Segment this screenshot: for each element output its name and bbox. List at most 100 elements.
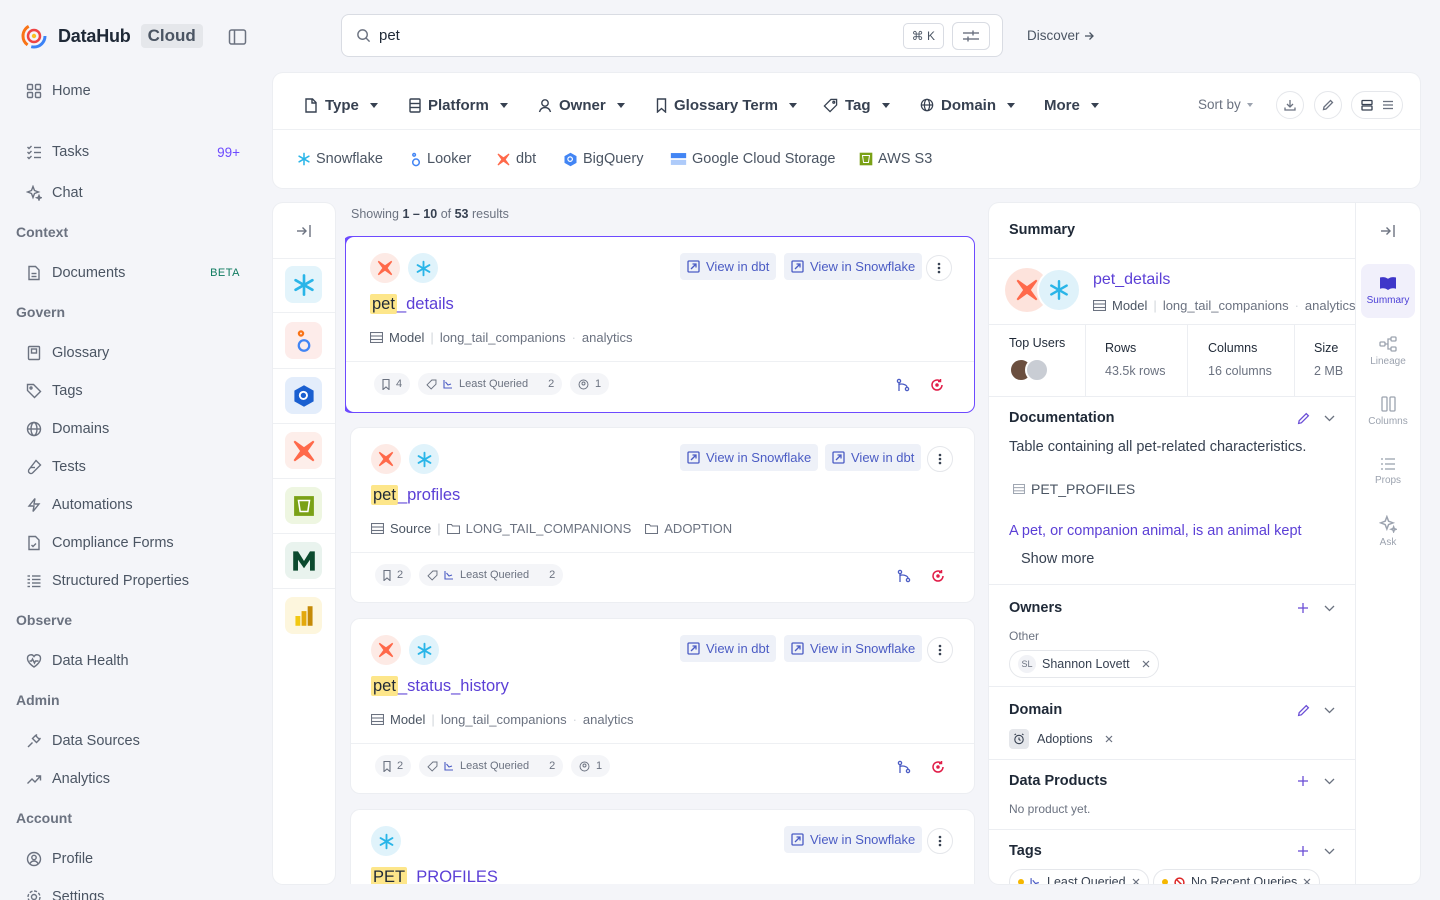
close-icon[interactable] [1105,735,1113,743]
quick-filter-aws-s3[interactable]: AWS S3 [859,148,932,170]
more-options-button[interactable] [927,446,953,472]
view-in-snowflake-button[interactable]: View in Snowflake [784,635,923,662]
sidebar-item-settings[interactable]: Settings [16,880,254,900]
search-result-card[interactable]: View in Snowflake PET _PROFILES [351,810,974,884]
tab-ask[interactable]: Ask [1361,504,1415,558]
chevron-down-icon[interactable] [1321,843,1337,859]
platform-powerbi-icon[interactable] [285,597,322,634]
search-result-card[interactable]: View in dbt View in Snowflake pet _detail… [345,236,975,413]
view-in-dbt-button[interactable]: View in dbt [680,635,777,662]
result-title-link[interactable]: pet _details [370,294,454,314]
sidebar-collapse-icon[interactable] [228,28,248,46]
advanced-filter-icon[interactable] [952,22,990,50]
sidebar-item-glossary[interactable]: Glossary [16,336,254,370]
more-options-button[interactable] [926,255,952,281]
sidebar-item-home[interactable]: Home [16,74,254,108]
quick-filter-dbt[interactable]: dbt [496,148,536,170]
quick-filter-bigquery[interactable]: BigQuery [563,148,643,170]
view-in-dbt-button[interactable]: View in dbt [825,444,922,471]
result-title-link[interactable]: pet _profiles [371,485,460,505]
container-path[interactable]: LONG_TAIL_COMPANIONS [466,521,632,536]
owner-pill[interactable]: SL Shannon Lovett [1009,650,1159,678]
tag-chip[interactable]: Least Queried 2 [418,373,563,395]
quick-filter-looker[interactable]: Looker [410,148,471,170]
filter-domain[interactable]: Domain [920,95,1016,115]
chevron-down-icon[interactable] [1321,773,1337,789]
sidebar-item-compliance-forms[interactable]: Compliance Forms [16,526,254,560]
chevron-down-icon[interactable] [1321,702,1337,718]
chevron-down-icon[interactable] [1321,600,1337,616]
edit-button[interactable] [1314,91,1342,119]
entity-name-link[interactable]: pet_details [1093,271,1170,289]
filter-tag[interactable]: Tag [823,95,890,115]
tab-summary[interactable]: Summary [1361,264,1415,318]
user-count[interactable]: 1 [571,755,611,777]
show-more-button[interactable]: Show more [1021,551,1094,567]
filter-platform[interactable]: Platform [409,95,508,115]
tag-chip[interactable]: Least Queried 2 [419,564,564,586]
container-path[interactable]: long_tail_companions [1163,298,1289,313]
container-path[interactable]: long_tail_companions [440,330,566,345]
sidebar-item-structured-properties[interactable]: Structured Properties [16,564,254,598]
pencil-icon[interactable] [1295,410,1311,426]
bookmark-count[interactable]: 2 [375,564,412,586]
sidebar-item-tags[interactable]: Tags [16,374,254,408]
health-status-icon[interactable] [929,758,947,776]
more-options-button[interactable] [927,828,953,854]
sidebar-item-automations[interactable]: Automations [16,488,254,522]
more-options-button[interactable] [927,637,953,663]
sidebar-item-tests[interactable]: Tests [16,450,254,484]
health-status-icon[interactable] [929,567,947,585]
avatar[interactable] [1025,358,1049,382]
filter-owner[interactable]: Owner [538,95,625,115]
filter-type[interactable]: Type [304,95,378,115]
tab-props[interactable]: Props [1361,444,1415,498]
plus-icon[interactable] [1295,600,1311,616]
pencil-icon[interactable] [1295,702,1311,718]
list-view-icon[interactable] [1382,99,1394,111]
close-icon[interactable] [1303,878,1311,884]
sidebar-item-analytics[interactable]: Analytics [16,762,254,796]
sidebar-item-data-health[interactable]: Data Health [16,644,254,678]
close-panel-icon[interactable] [1379,222,1397,240]
plus-icon[interactable] [1295,773,1311,789]
search-result-card[interactable]: View in dbt View in Snowflake pet _status… [351,619,974,793]
tag-pill[interactable]: Least Queried [1009,869,1149,884]
filter-more[interactable]: More [1044,95,1099,115]
platform-bigquery-icon[interactable] [285,377,322,414]
search-input[interactable] [379,27,879,44]
bookmark-count[interactable]: 4 [374,373,411,395]
sidebar-item-tasks[interactable]: Tasks 99+ [16,135,254,169]
close-icon[interactable] [1132,878,1140,884]
platform-looker-icon[interactable] [285,322,322,359]
lineage-action-icon[interactable] [895,567,913,585]
bookmark-count[interactable]: 2 [375,755,412,777]
sidebar-item-domains[interactable]: Domains [16,412,254,446]
sidebar-item-data-sources[interactable]: Data Sources [16,724,254,758]
platform-metabase-icon[interactable] [285,542,322,579]
tag-chip[interactable]: Least Queried 2 [419,755,564,777]
quick-filter-gcs[interactable]: Google Cloud Storage [670,148,836,170]
search-bar[interactable]: ⌘ K [341,14,1003,57]
container-path[interactable]: analytics [583,712,634,727]
container-path[interactable]: long_tail_companions [441,712,567,727]
platform-snowflake-icon[interactable] [285,266,322,303]
tab-columns[interactable]: Columns [1361,384,1415,438]
view-in-snowflake-button[interactable]: View in Snowflake [784,253,923,280]
sidebar-item-chat[interactable]: Chat [16,176,254,210]
container-path[interactable]: analytics [582,330,633,345]
health-status-icon[interactable] [928,376,946,394]
view-in-snowflake-button[interactable]: View in Snowflake [680,444,819,471]
close-icon[interactable] [1142,660,1150,668]
documentation-link[interactable]: A pet, or companion animal, is an animal… [1009,523,1302,539]
plus-icon[interactable] [1295,843,1311,859]
container-path[interactable]: analytics [1305,298,1356,313]
lineage-action-icon[interactable] [895,758,913,776]
brand[interactable]: DataHub Cloud [20,22,203,50]
tag-pill[interactable]: No Recent Queries [1153,869,1321,884]
view-in-dbt-button[interactable]: View in dbt [680,253,777,280]
user-count[interactable]: 1 [570,373,610,395]
download-button[interactable] [1276,91,1304,119]
platform-aws-s3-icon[interactable] [285,487,322,524]
domain-pill[interactable]: Adoptions [1009,729,1113,749]
